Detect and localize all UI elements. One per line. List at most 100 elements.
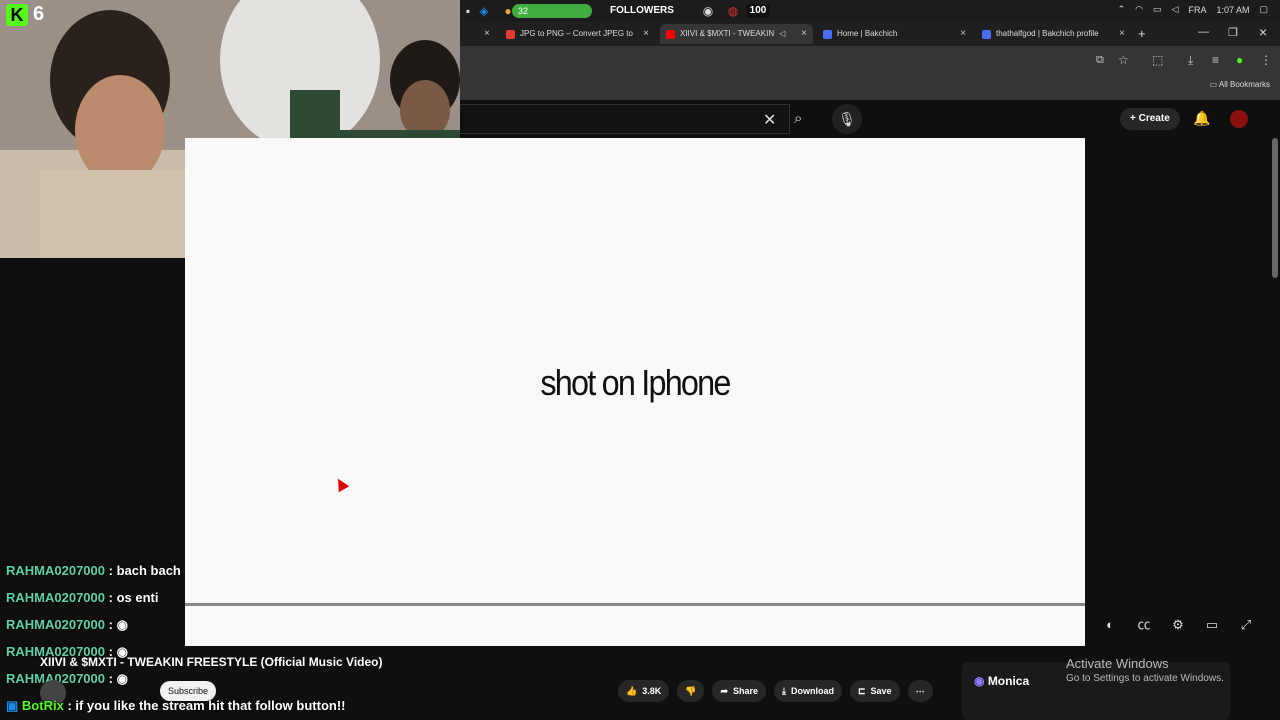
account-avatar[interactable] xyxy=(1230,110,1248,128)
vscode-icon[interactable]: ◈ xyxy=(476,3,492,19)
chat-message: RAHMA0207000 : ◉ xyxy=(6,617,128,633)
close-window-button[interactable]: × xyxy=(1259,24,1267,40)
language-indicator[interactable]: FRA xyxy=(1188,5,1206,15)
activate-windows-subtitle: Go to Settings to activate Windows. xyxy=(1066,673,1224,684)
tab-home-bakchich[interactable]: Home | Bakchich × xyxy=(817,24,972,44)
new-tab-button[interactable]: + xyxy=(1138,26,1146,41)
tab-label: thathalfgod | Bakchich profile xyxy=(996,29,1099,38)
kick-viewer-count: 6 xyxy=(33,3,45,25)
followers-label: FOLLOWERS xyxy=(610,5,674,16)
restore-button[interactable]: ❐ xyxy=(1228,26,1238,39)
kick-logo-icon: K xyxy=(6,4,28,26)
menu-kebab-icon[interactable]: ⋮ xyxy=(1260,53,1272,67)
chat-text: : bach bach xyxy=(108,563,181,578)
like-button[interactable]: 👍 3.8K xyxy=(618,680,670,702)
video-caption-text: shot on Iphone xyxy=(540,362,731,403)
thumbs-down-icon: 👎 xyxy=(685,686,697,696)
minimize-button[interactable]: — xyxy=(1198,26,1209,38)
all-bookmarks-button[interactable]: ▭ All Bookmarks xyxy=(1210,80,1270,89)
chat-username: RAHMA0207000 xyxy=(6,617,105,632)
voice-search-icon[interactable]: 🎙 xyxy=(832,104,862,134)
chat-text: : xyxy=(108,671,113,686)
video-actions: 👍 3.8K 👎 ➦ Share ⤓ Download ⊏ Save ⋯ xyxy=(618,680,933,702)
search-input[interactable] xyxy=(460,104,790,134)
create-label: Create xyxy=(1138,113,1170,124)
chat-message: RAHMA0207000 : os enti xyxy=(6,590,158,605)
tab-close-icon[interactable]: × xyxy=(1119,24,1125,44)
save-label: Save xyxy=(870,686,892,696)
activate-windows-watermark: Activate Windows Go to Settings to activ… xyxy=(1066,656,1224,684)
autoplay-toggle[interactable]: ◐ xyxy=(1100,616,1120,634)
followers-current: 32 xyxy=(518,6,529,16)
tab-close-icon[interactable]: × xyxy=(960,24,966,44)
download-icon[interactable]: ⤓ xyxy=(1188,53,1193,68)
tab-close-icon[interactable]: × xyxy=(643,24,649,44)
taskbar-app-icon[interactable]: ▪ xyxy=(460,3,476,19)
system-tray: ⌃ ◠ ▭ ◁ FRA 1:07 AM ▢ xyxy=(1118,4,1268,15)
emote-icon: ◉ xyxy=(116,671,128,686)
settings-gear-icon[interactable]: ⚙ xyxy=(1168,616,1188,634)
chat-text: : if you like the stream hit that follow… xyxy=(67,698,346,713)
tab-jpg-to-png[interactable]: JPG to PNG – Convert JPEG to × xyxy=(500,24,655,44)
like-count: 3.8K xyxy=(642,686,662,696)
extensions-icon[interactable]: ⬚ xyxy=(1152,53,1163,67)
dislike-button[interactable]: 👎 xyxy=(677,680,705,702)
clock[interactable]: 1:07 AM xyxy=(1216,5,1249,15)
chrome-icon[interactable]: ◍ xyxy=(725,3,741,19)
media-control-icon[interactable]: ≡ xyxy=(1212,53,1219,67)
chat-message: RAHMA0207000 : bach bach xyxy=(6,563,181,578)
chat-message: RAHMA0207000 : ◉ xyxy=(6,671,128,687)
monica-button[interactable]: ◉ Monica xyxy=(974,674,1029,688)
tab-favicon-icon xyxy=(823,29,832,39)
bookmarks-bar xyxy=(460,76,1280,101)
tab-label: XIIVI & $MXTI - TWEAKIN xyxy=(680,29,775,38)
share-button[interactable]: ➦ Share xyxy=(712,680,767,702)
bookmark-star-icon[interactable]: ☆ xyxy=(1118,53,1129,67)
bot-badge-icon: ▣ xyxy=(6,698,19,713)
chat-text: : xyxy=(108,617,113,632)
chat-username: BotRix xyxy=(21,698,64,713)
speaker-icon[interactable]: ◁ xyxy=(779,24,785,44)
obs-icon[interactable]: ◉ xyxy=(700,3,716,19)
battery-icon[interactable]: ▭ xyxy=(1153,4,1162,15)
more-horizontal-icon: ⋯ xyxy=(915,686,925,696)
share-label: Share xyxy=(733,686,759,696)
captions-icon[interactable]: ㏄ xyxy=(1134,616,1154,634)
tab-bakchich-profile[interactable]: thathalfgod | Bakchich profile × xyxy=(976,24,1131,44)
folder-icon: ▭ xyxy=(1209,80,1219,89)
chat-text: : os enti xyxy=(108,590,159,605)
emote-icon: ◉ xyxy=(116,617,128,632)
tab-close-icon[interactable]: × xyxy=(484,28,490,39)
volume-icon[interactable]: ◁ xyxy=(1172,4,1179,15)
save-button[interactable]: ⊏ Save xyxy=(850,680,900,702)
download-label: Download xyxy=(791,686,834,696)
create-button[interactable]: + Create xyxy=(1120,108,1180,130)
fullscreen-icon[interactable]: ⤢ xyxy=(1236,616,1256,634)
youtube-favicon-icon xyxy=(666,29,675,39)
chat-username: RAHMA0207000 xyxy=(6,563,105,578)
chat-username: RAHMA0207000 xyxy=(6,590,105,605)
profile-icon[interactable]: ● xyxy=(1236,53,1243,67)
install-app-icon[interactable]: ⧉ xyxy=(1096,54,1104,67)
search-icon[interactable]: ⌕ xyxy=(794,110,802,127)
activate-windows-title: Activate Windows xyxy=(1066,656,1169,671)
page-scrollbar[interactable] xyxy=(1272,138,1278,278)
tab-favicon-icon xyxy=(506,29,515,39)
thumbs-up-icon: 👍 xyxy=(626,686,638,696)
tab-xiivi-video[interactable]: XIIVI & $MXTI - TWEAKIN ◁ × xyxy=(660,24,813,44)
tab-close-icon[interactable]: × xyxy=(801,24,807,44)
notification-icon[interactable]: ▢ xyxy=(1259,4,1268,15)
more-actions-button[interactable]: ⋯ xyxy=(907,680,933,702)
chat-message: ▣ BotRix : if you like the stream hit th… xyxy=(6,698,345,714)
theater-mode-icon[interactable]: ▭ xyxy=(1202,616,1222,634)
plus-icon: + xyxy=(1130,113,1139,124)
bookmark-icon: ⊏ xyxy=(858,686,866,696)
followers-progress-bar: 32 xyxy=(512,4,592,18)
wifi-icon[interactable]: ◠ xyxy=(1135,4,1143,15)
notifications-bell-icon[interactable]: 🔔 xyxy=(1193,110,1210,127)
download-button[interactable]: ⤓ Download xyxy=(774,680,842,702)
video-controls-bar xyxy=(185,606,1085,646)
video-title: XIIVI & $MXTI - TWEAKIN FREESTYLE (Offic… xyxy=(40,655,383,669)
chevron-up-icon[interactable]: ⌃ xyxy=(1118,4,1126,15)
clear-search-icon[interactable]: ✕ xyxy=(763,110,776,130)
